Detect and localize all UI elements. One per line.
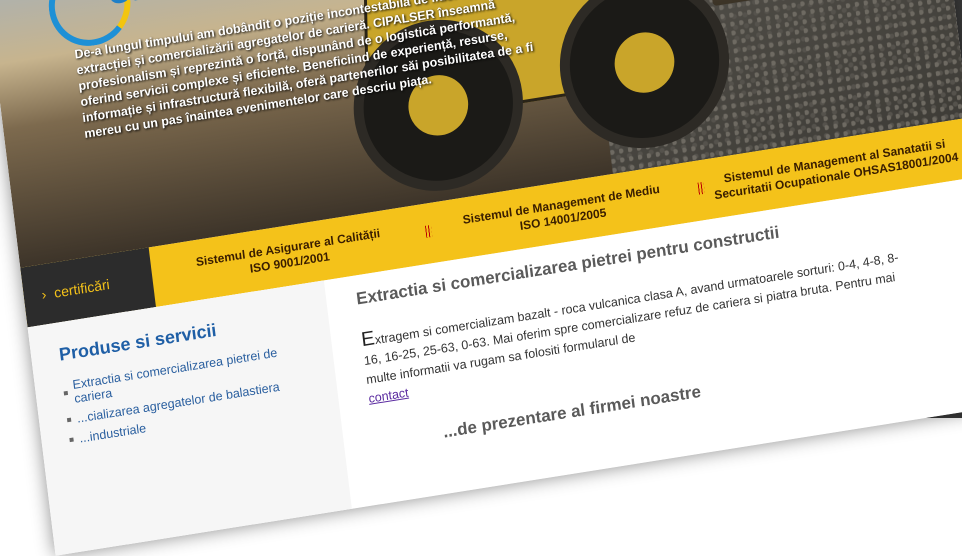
sidebar: Produse si servicii Extractia si comerci… [27, 280, 352, 556]
sidebar-item-label: ...industriale [78, 421, 147, 446]
bullet-icon [63, 390, 68, 396]
bullet-icon [66, 417, 72, 423]
chevron-right-icon: › [40, 286, 48, 303]
logo-text: CIPAL [105, 0, 213, 14]
bullet-icon [69, 437, 74, 443]
website-page: CIPAL De-a lungul timpului am dobândit o… [0, 0, 962, 556]
contact-link[interactable]: contact [368, 386, 410, 406]
certifications-tab-label: certificări [53, 276, 111, 301]
wheel-hub [611, 28, 678, 98]
